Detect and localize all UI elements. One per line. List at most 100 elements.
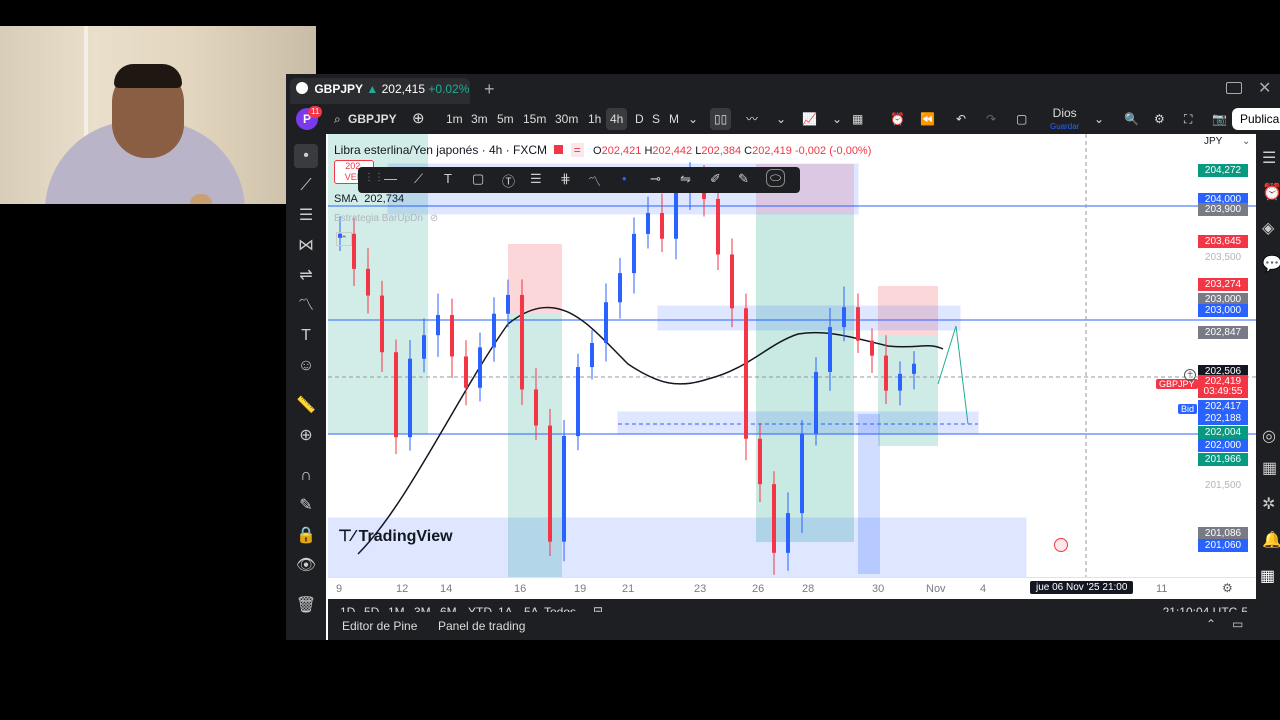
cursor-dot-icon[interactable]: • [294, 144, 318, 168]
red-flag-icon[interactable] [554, 145, 564, 154]
color-dot-icon[interactable]: • [622, 171, 627, 186]
new-tab-icon[interactable]: + [484, 79, 495, 100]
price-label: 203,500 [1204, 252, 1242, 263]
projection-icon[interactable]: ⇌ [294, 264, 318, 288]
interval-30m[interactable]: 30m [551, 108, 582, 130]
brush-tool-icon[interactable]: ✐ [710, 171, 721, 187]
candles-icon[interactable]: ▯▯ [710, 108, 732, 130]
layout-name[interactable]: Dios Guardar [1046, 106, 1083, 131]
chat-icon[interactable]: 💬 [1262, 254, 1280, 274]
trend-line-icon[interactable]: ⟋ [294, 174, 318, 198]
alert-icon[interactable]: ⏰ [886, 108, 909, 130]
alerts-icon[interactable]: ⏰ [1262, 182, 1280, 202]
interval-s[interactable]: S [648, 108, 664, 130]
interval-4h[interactable]: 4h [606, 108, 628, 130]
short-position-risk[interactable] [508, 244, 562, 314]
currency-label[interactable]: JPY [1204, 136, 1222, 147]
watchlist-icon[interactable]: ☰ [1262, 148, 1276, 168]
layers-icon[interactable]: ◈ [1262, 218, 1274, 238]
chevron-down-icon[interactable]: ⌄ [828, 108, 846, 130]
hline-tool-icon[interactable]: — [384, 171, 397, 186]
drag-handle-icon[interactable]: ⋮⋮ [364, 172, 384, 183]
target-icon[interactable]: ◎ [1262, 426, 1276, 446]
interval-m[interactable]: M [665, 108, 683, 130]
lock-icon[interactable]: 🔒 [294, 524, 318, 548]
trend-tool-icon[interactable]: ⟋ [414, 171, 423, 187]
symbol-tab[interactable]: GBPJPY ▲ 202,415 +0.02% / D [290, 78, 470, 104]
shape-tool-icon[interactable]: ⬭ [766, 169, 786, 187]
chevron-up-icon[interactable]: ⌃ [1206, 617, 1216, 631]
time-axis[interactable]: 9 12 14 16 19 21 23 26 28 30 Nov 4 11 jue 06 Nov '25… [328, 577, 1256, 599]
eye-off-icon[interactable]: ⊘ [430, 213, 438, 224]
tab-pine-editor[interactable]: Editor de Pine [342, 619, 417, 633]
symbol-search[interactable]: GBPJPY [344, 108, 401, 130]
tradingview-watermark[interactable]: ⊤⁄ TradingView [338, 526, 453, 546]
chart-pane[interactable]: Libra esterlina/Yen japonés · 4h · FXCM … [328, 134, 1256, 577]
layout-grid-icon[interactable]: ▦ [848, 108, 867, 130]
apps-icon[interactable]: ▦ [1260, 566, 1275, 586]
add-alert-icon[interactable]: + [1184, 369, 1196, 381]
publish-button[interactable]: Publicar [1232, 108, 1280, 130]
redo-icon[interactable]: ↷ [982, 108, 1000, 130]
zoom-in-icon[interactable]: ⊕ [294, 424, 318, 448]
interval-5m[interactable]: 5m [493, 108, 518, 130]
fib-tool-icon[interactable]: ☰ [530, 171, 542, 187]
trash-icon[interactable]: 🗑 [294, 594, 318, 618]
range-tool-icon[interactable]: ⇋ [680, 171, 691, 187]
event-marker-icon[interactable] [1054, 538, 1068, 552]
indicators-icon[interactable]: 📈 [798, 108, 821, 130]
fib-icon[interactable]: ☰ [294, 204, 318, 228]
ray-tool-icon[interactable]: ⊸ [650, 171, 661, 187]
bid-tag[interactable]: Bid [1178, 404, 1198, 414]
path-tool-icon[interactable]: 〽 [588, 171, 601, 190]
text-tool-icon[interactable]: T [444, 171, 452, 186]
calendar-icon[interactable]: ▦ [1262, 458, 1277, 478]
ruler-icon[interactable]: 📏 [294, 394, 318, 418]
strategy-legend[interactable]: Estrategia BarUpDn ⊘ [334, 213, 438, 224]
eye-icon[interactable]: 👁 [294, 554, 318, 578]
brush-icon[interactable]: 〽 [294, 294, 318, 318]
tab-trading-panel[interactable]: Panel de trading [438, 619, 525, 633]
interval-d[interactable]: D [631, 108, 648, 130]
emoji-icon[interactable]: ☺ [294, 354, 318, 378]
interval-1m[interactable]: 1m [442, 108, 467, 130]
demand-zone-rect[interactable] [617, 411, 979, 435]
settings-gear-icon[interactable]: ⚙ [1150, 108, 1169, 130]
replay-icon[interactable]: ⏪ [916, 108, 939, 130]
rect-tool-icon[interactable]: ▢ [472, 171, 484, 187]
zoom-icon[interactable]: 🔍 [1120, 108, 1143, 130]
text-frame-icon[interactable]: Ⓣ [502, 171, 515, 190]
interval-3m[interactable]: 3m [467, 108, 492, 130]
maximize-icon[interactable]: ▭ [1232, 617, 1243, 631]
interval-15m[interactable]: 15m [519, 108, 550, 130]
resistance-zone-rect[interactable] [657, 305, 961, 331]
chevron-down-icon[interactable]: ⌄ [1242, 136, 1250, 147]
window-icon[interactable] [1226, 82, 1242, 94]
close-icon[interactable]: ✕ [1258, 78, 1271, 98]
interval-1h[interactable]: 1h [584, 108, 605, 130]
pen-tool-icon[interactable]: ✎ [738, 171, 749, 187]
price-scale[interactable]: JPY ⌄ 204,272 204,000 203,900 203,645 203,50… [1198, 134, 1256, 577]
bell-icon[interactable]: 🔔 [1262, 530, 1280, 550]
collapse-legend-icon[interactable]: ⌃ [336, 232, 352, 246]
projection-path[interactable] [937, 325, 969, 425]
chevron-down-icon[interactable]: ⌄ [1090, 108, 1108, 130]
short-position-target-2[interactable] [756, 214, 854, 542]
network-icon[interactable]: ✲ [1262, 494, 1275, 514]
line-chart-icon[interactable]: 〰 [742, 108, 762, 130]
pencil-lock-icon[interactable]: ✎ [294, 494, 318, 518]
chevron-down-icon[interactable]: ⌄ [684, 108, 702, 130]
search-icon[interactable]: ⌕ [330, 108, 345, 130]
undo-icon[interactable]: ↶ [952, 108, 970, 130]
compare-icon[interactable]: ⊕ [408, 108, 429, 130]
chevron-down-icon[interactable]: ⌄ [772, 108, 790, 130]
settings-gear-icon[interactable]: ⚙ [1222, 581, 1233, 595]
screen-layout-icon[interactable]: ▢ [1012, 108, 1031, 130]
camera-icon[interactable]: 📷 [1208, 108, 1231, 130]
sma-legend[interactable]: SMA 202,734 [334, 193, 404, 205]
text-icon[interactable]: T [294, 324, 318, 348]
fullscreen-icon[interactable]: ⛶ [1180, 108, 1196, 130]
magnet-icon[interactable]: ∩ [294, 464, 318, 488]
pattern-icon[interactable]: ⋈ [294, 234, 318, 258]
channel-tool-icon[interactable]: ⋕ [560, 171, 571, 187]
